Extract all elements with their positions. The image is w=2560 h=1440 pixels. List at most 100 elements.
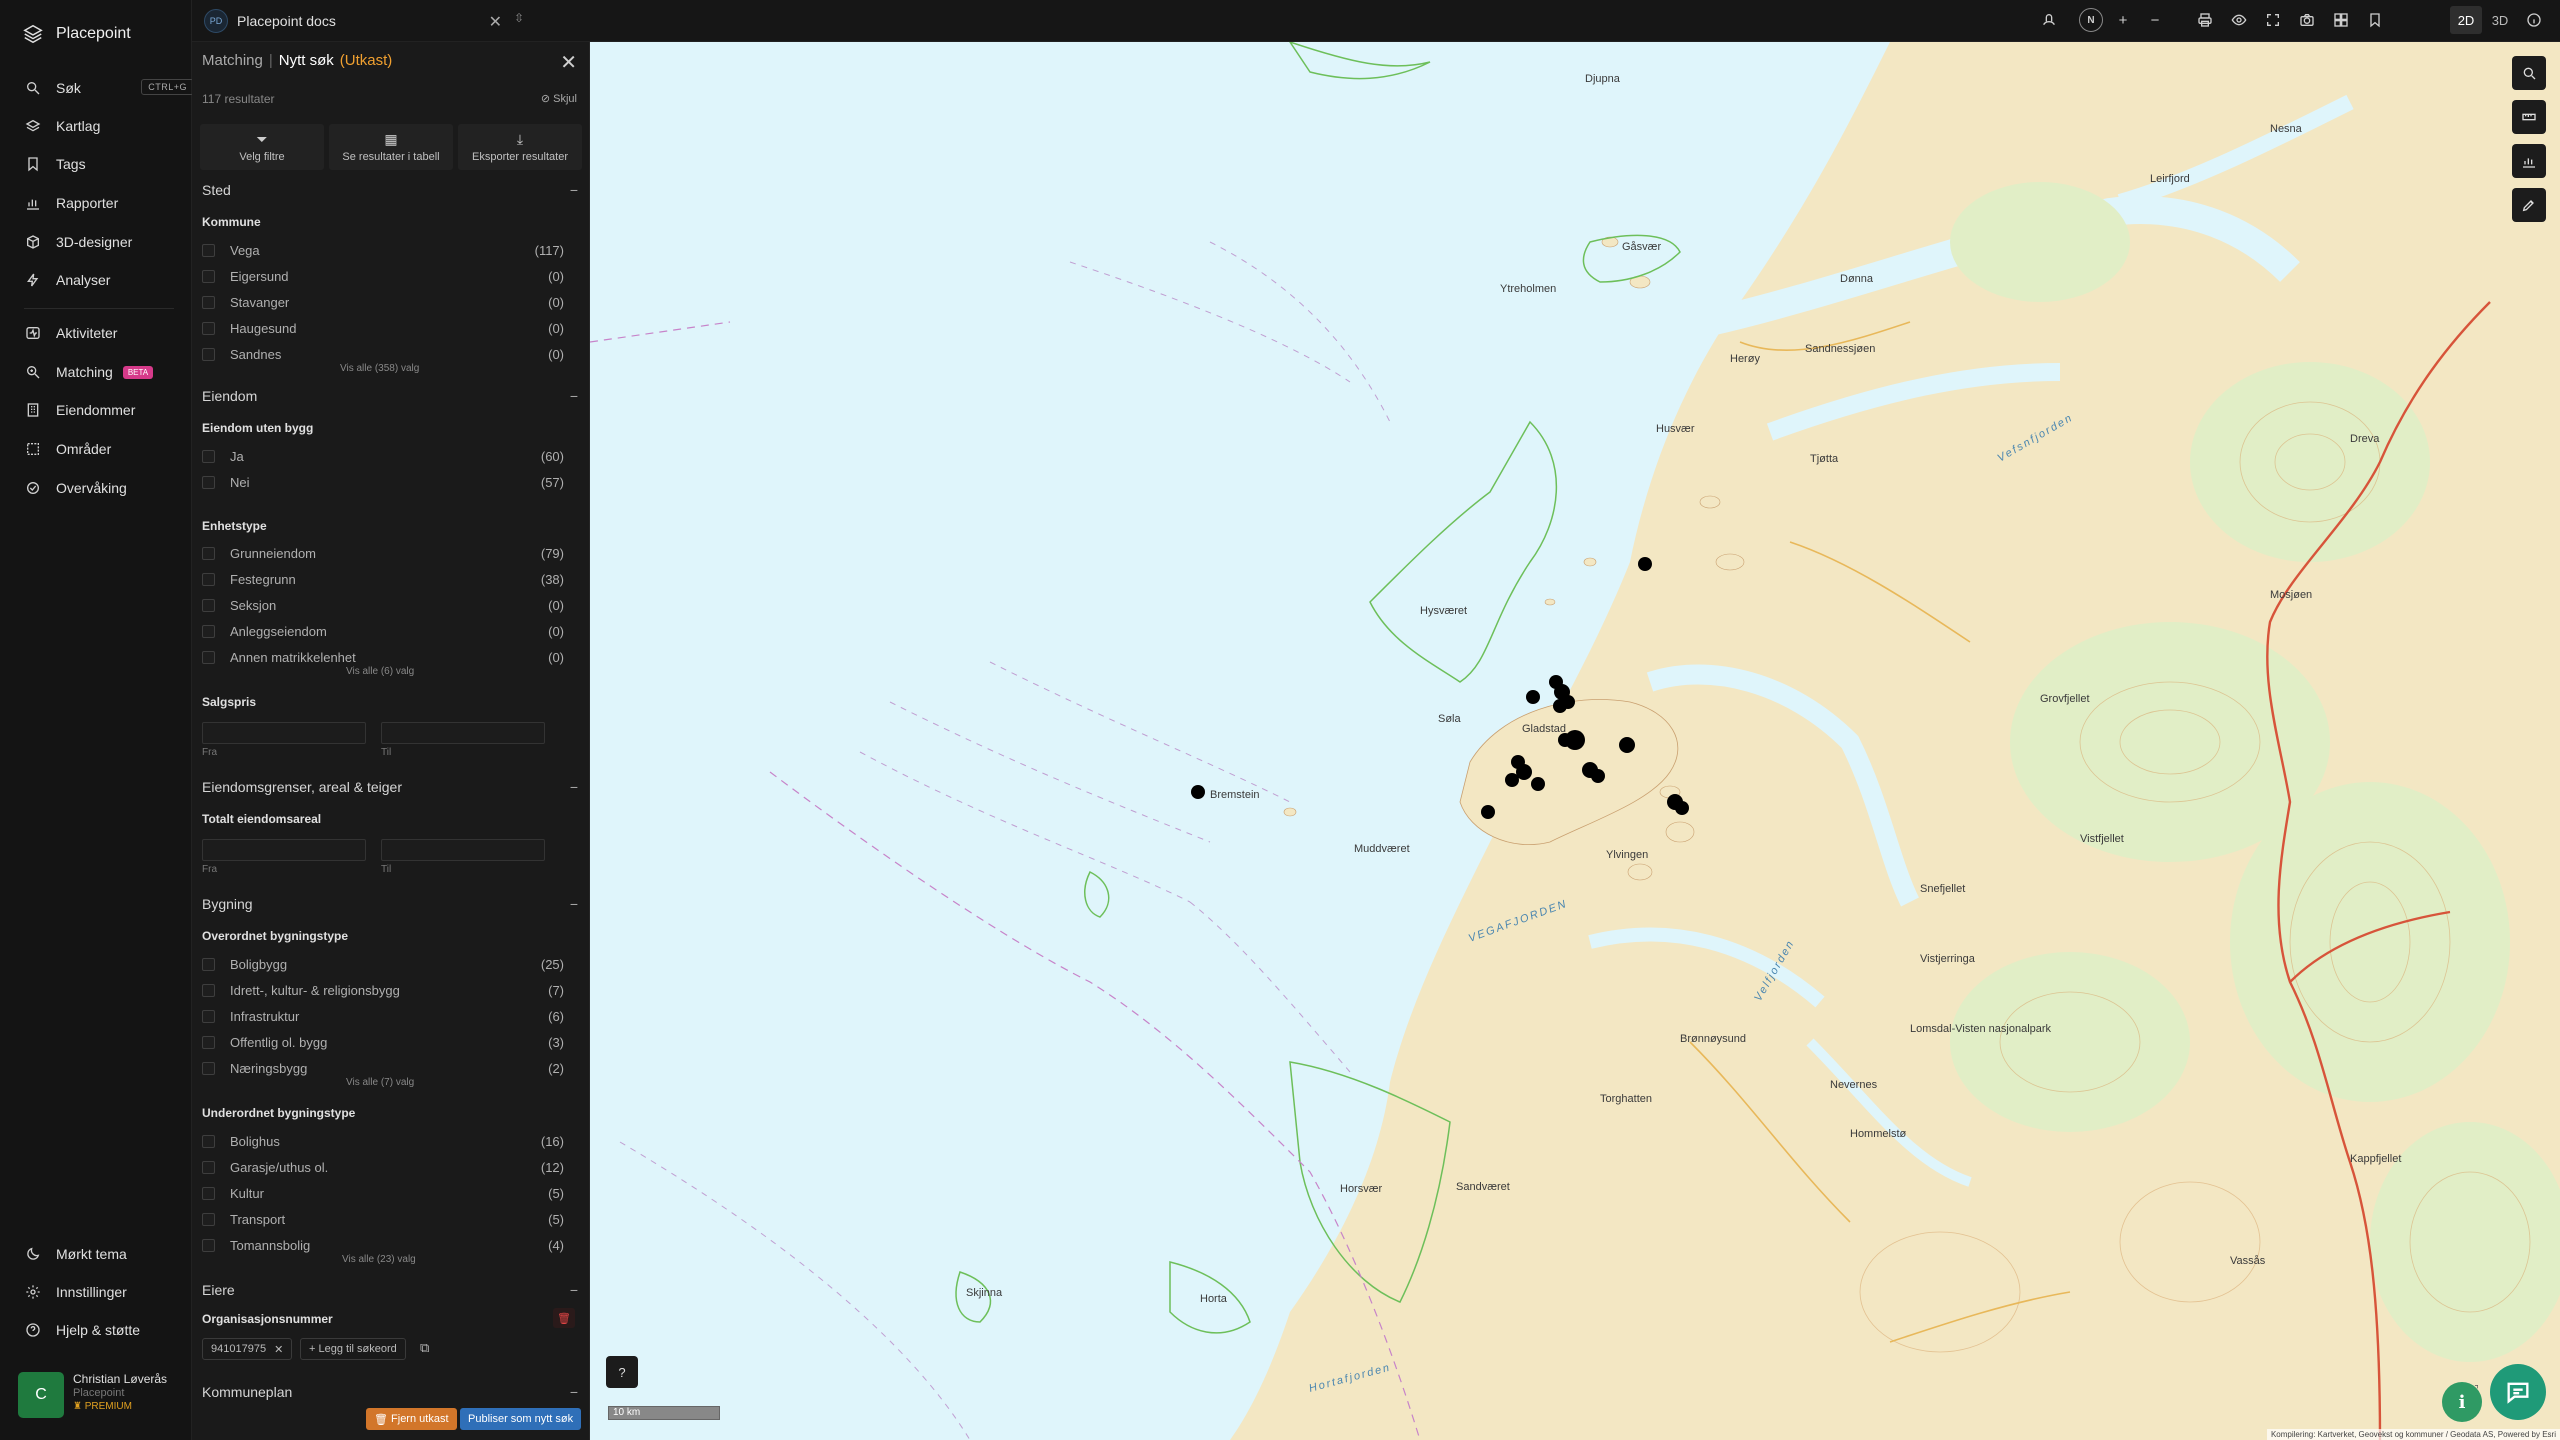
price-from-input[interactable] bbox=[202, 722, 366, 744]
filter-option[interactable]: Seksjon (0) bbox=[202, 596, 564, 614]
document-selector[interactable]: PD Placepoint docs ✕ ⇳ bbox=[204, 6, 534, 36]
chevron-updown-icon[interactable]: ⇳ bbox=[514, 11, 524, 25]
section-eiendom[interactable]: Eiendom − bbox=[202, 388, 578, 404]
table-results-button[interactable]: ▦ Se resultater i tabell bbox=[329, 124, 453, 170]
brand[interactable]: Placepoint bbox=[22, 20, 131, 48]
nav-item-omrader[interactable]: Områder bbox=[24, 435, 174, 463]
checkbox[interactable] bbox=[202, 546, 215, 560]
chat-button[interactable] bbox=[2490, 1364, 2546, 1420]
checkbox[interactable] bbox=[202, 1160, 215, 1174]
checkbox[interactable] bbox=[202, 475, 215, 489]
checkbox[interactable] bbox=[202, 983, 215, 997]
area-from-input[interactable] bbox=[202, 839, 366, 861]
show-all-link[interactable]: Vis alle (23) valg bbox=[342, 1254, 416, 1265]
collapse-icon[interactable]: − bbox=[570, 1282, 578, 1298]
checkbox[interactable] bbox=[202, 1212, 215, 1226]
area-to-input[interactable] bbox=[381, 839, 545, 861]
checkbox[interactable] bbox=[202, 572, 215, 586]
camera-icon[interactable] bbox=[2295, 8, 2319, 32]
checkbox[interactable] bbox=[202, 1134, 215, 1148]
map-help-button[interactable]: ? bbox=[606, 1356, 638, 1388]
hide-button[interactable]: ⊘ Skjul bbox=[541, 92, 577, 105]
user-profile[interactable]: C Christian Løverås Placepoint ♜ PREMIUM bbox=[18, 1372, 178, 1424]
nav-item-tags[interactable]: Tags bbox=[24, 150, 174, 178]
checkbox[interactable] bbox=[202, 1061, 215, 1075]
nav-item-kartlag[interactable]: Kartlag bbox=[24, 112, 174, 140]
filter-option[interactable]: Bolighus (16) bbox=[202, 1132, 564, 1150]
price-to-input[interactable] bbox=[381, 722, 545, 744]
copy-icon[interactable]: ⧉ bbox=[420, 1340, 429, 1356]
show-all-link[interactable]: Vis alle (358) valg bbox=[340, 363, 419, 374]
checkbox[interactable] bbox=[202, 321, 215, 335]
filter-option[interactable]: Boligbygg (25) bbox=[202, 955, 564, 973]
filter-option[interactable]: Offentlig ol. bygg (3) bbox=[202, 1033, 564, 1051]
trash-icon[interactable]: 🗑 bbox=[553, 1308, 575, 1328]
dark-theme-toggle[interactable]: Mørkt tema bbox=[24, 1240, 174, 1268]
collapse-icon[interactable]: − bbox=[570, 182, 578, 198]
filter-option[interactable]: Nei (57) bbox=[202, 473, 564, 491]
view-3d-toggle[interactable]: 3D bbox=[2484, 6, 2516, 34]
filter-option[interactable]: Næringsbygg (2) bbox=[202, 1059, 564, 1077]
eye-icon[interactable] bbox=[2227, 8, 2251, 32]
filter-option[interactable]: Grunneiendom (79) bbox=[202, 544, 564, 562]
collapse-icon[interactable]: − bbox=[570, 779, 578, 795]
org-number-chip[interactable]: 941017975 ✕ bbox=[202, 1338, 293, 1360]
filter-option[interactable]: Idrett-, kultur- & religionsbygg (7) bbox=[202, 981, 564, 999]
filter-option[interactable]: Transport (5) bbox=[202, 1210, 564, 1228]
filter-option[interactable]: Festegrunn (38) bbox=[202, 570, 564, 588]
checkbox[interactable] bbox=[202, 650, 215, 664]
collapse-icon[interactable]: − bbox=[570, 896, 578, 912]
checkbox[interactable] bbox=[202, 1035, 215, 1049]
info-button[interactable]: i bbox=[2442, 1382, 2482, 1422]
nav-item-hjelp[interactable]: Hjelp & støtte bbox=[24, 1316, 174, 1344]
checkbox[interactable] bbox=[202, 269, 215, 283]
checkbox[interactable] bbox=[202, 598, 215, 612]
collapse-icon[interactable]: − bbox=[570, 1384, 578, 1400]
grid-icon[interactable] bbox=[2329, 8, 2353, 32]
print-icon[interactable] bbox=[2193, 8, 2217, 32]
chart-tool[interactable] bbox=[2512, 144, 2546, 178]
checkbox[interactable] bbox=[202, 347, 215, 361]
north-compass-button[interactable]: N bbox=[2079, 8, 2103, 32]
nav-item-overvaking[interactable]: Overvåking bbox=[24, 474, 174, 502]
checkbox[interactable] bbox=[202, 449, 215, 463]
filter-option[interactable]: Infrastruktur (6) bbox=[202, 1007, 564, 1025]
show-all-link[interactable]: Vis alle (6) valg bbox=[346, 666, 414, 677]
filter-option[interactable]: Garasje/uthus ol. (12) bbox=[202, 1158, 564, 1176]
fullscreen-icon[interactable] bbox=[2261, 8, 2285, 32]
filter-option[interactable]: Sandnes (0) bbox=[202, 345, 564, 363]
checkbox[interactable] bbox=[202, 243, 215, 257]
filter-option[interactable]: Anleggseiendom (0) bbox=[202, 622, 564, 640]
filter-option[interactable]: Haugesund (0) bbox=[202, 319, 564, 337]
map-search-tool[interactable] bbox=[2512, 56, 2546, 90]
clear-icon[interactable]: ✕ bbox=[489, 12, 502, 32]
filter-option[interactable]: Annen matrikkelenhet (0) bbox=[202, 648, 564, 666]
nav-item-eiendommer[interactable]: Eiendommer bbox=[24, 396, 174, 424]
nav-item-innstillinger[interactable]: Innstillinger bbox=[24, 1278, 174, 1306]
checkbox[interactable] bbox=[202, 1186, 215, 1200]
breadcrumb-matching[interactable]: Matching bbox=[202, 52, 263, 69]
show-all-link[interactable]: Vis alle (7) valg bbox=[346, 1077, 414, 1088]
close-icon[interactable]: ✕ bbox=[560, 50, 577, 75]
map-canvas[interactable]: Djupna Ytreholmen Gåsvær Hysværet Husvær… bbox=[590, 42, 2560, 1440]
nav-item-matching[interactable]: Matching BETA bbox=[24, 358, 174, 386]
info-icon[interactable] bbox=[2522, 8, 2546, 32]
checkbox[interactable] bbox=[202, 295, 215, 309]
filter-option[interactable]: Vega (117) bbox=[202, 241, 564, 259]
export-results-button[interactable]: ⤓ Eksporter resultater bbox=[458, 124, 582, 170]
nav-item-aktiviteter[interactable]: Aktiviteter bbox=[24, 319, 174, 347]
nav-item-analyser[interactable]: Analyser bbox=[24, 266, 174, 294]
checkbox[interactable] bbox=[202, 1009, 215, 1023]
delete-draft-button[interactable]: 🗑 Fjern utkast bbox=[366, 1408, 457, 1430]
remove-chip-icon[interactable]: ✕ bbox=[274, 1343, 283, 1356]
filter-option[interactable]: Kultur (5) bbox=[202, 1184, 564, 1202]
draw-tool[interactable] bbox=[2512, 188, 2546, 222]
view-2d-toggle[interactable]: 2D bbox=[2450, 6, 2482, 34]
nav-item-3d-designer[interactable]: 3D-designer bbox=[24, 228, 174, 256]
bookmark-map-icon[interactable] bbox=[2363, 8, 2387, 32]
filter-option[interactable]: Eigersund (0) bbox=[202, 267, 564, 285]
collapse-icon[interactable]: − bbox=[570, 388, 578, 404]
filter-option[interactable]: Tomannsbolig (4) bbox=[202, 1236, 564, 1254]
checkbox[interactable] bbox=[202, 1238, 215, 1252]
zoom-in-button[interactable]: + bbox=[2111, 8, 2135, 32]
